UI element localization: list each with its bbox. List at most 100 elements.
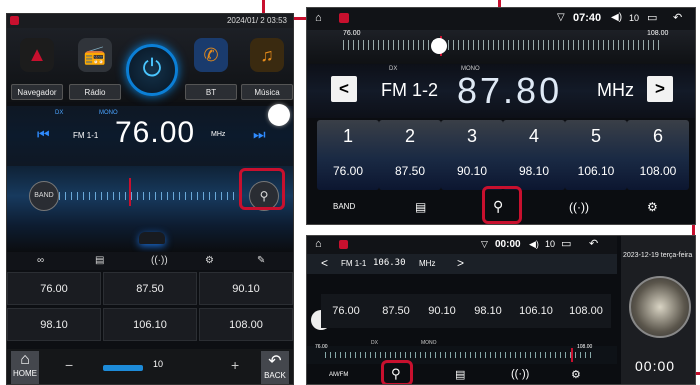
preset-number: 2 (404, 126, 415, 146)
save-icon[interactable]: ▤ (95, 255, 104, 266)
settings-icon[interactable]: ⚙ (647, 200, 658, 214)
tuning-dial[interactable]: DX MONO 76.00 108.00 (307, 340, 617, 364)
settings-icon[interactable]: ⚙ (571, 368, 581, 381)
preset-button[interactable]: 5 106.10 (565, 120, 627, 190)
preset-button[interactable]: 108.00 (199, 308, 293, 341)
touch-indicator (268, 104, 290, 126)
save-icon[interactable]: ▤ (455, 368, 465, 381)
loop-icon[interactable]: ∞ (37, 255, 44, 266)
prev-station-button[interactable]: ⏮ (37, 126, 50, 143)
back-button[interactable]: ↶ BACK (261, 351, 289, 384)
band-button[interactable]: AM/FM (329, 372, 348, 378)
record-icon (339, 240, 348, 249)
band-button[interactable]: BAND (333, 202, 355, 211)
bottom-bar: ⌂ HOME − 10 + ↶ BACK (7, 349, 293, 384)
preset-button[interactable]: 87.50 (371, 294, 421, 328)
preset-button[interactable]: 98.10 (7, 308, 101, 341)
prev-button[interactable]: < (331, 76, 357, 102)
preset-button[interactable]: 76.00 (7, 272, 101, 305)
back-icon[interactable]: ↶ (673, 11, 682, 24)
tool-row: ∞ ▤ ((·)) ⚙ ✎ (7, 252, 293, 270)
frequency-display: 87.80 (457, 70, 563, 111)
preset-row: 1 76.00 2 87.50 3 90.10 4 98.10 5 106.10 6 108… (317, 120, 689, 190)
scale-max: 108.00 (577, 344, 593, 350)
home-icon[interactable]: ⌂ (315, 238, 322, 250)
app-label: Música (241, 84, 293, 100)
preset-grid: 76.00 87.50 90.10 98.10 106.10 108.00 (7, 272, 293, 344)
touch-indicator (431, 38, 447, 54)
app-musica[interactable]: ♫ Música (241, 34, 293, 100)
music-icon: ♫ (250, 38, 284, 72)
recent-apps-icon[interactable]: ▭ (647, 11, 657, 24)
next-button[interactable]: > (647, 76, 673, 102)
recent-apps-icon[interactable]: ▭ (561, 237, 571, 250)
volume-up-button[interactable]: + (231, 357, 239, 373)
signal-icon[interactable]: ((·)) (569, 200, 589, 214)
datetime: 2024/01/ 2 03:53 (226, 16, 287, 25)
band-label: FM 1-1 (341, 259, 367, 268)
app-label: BT (185, 84, 237, 100)
preset-button[interactable]: 106.10 (511, 294, 561, 328)
frequency-scale[interactable]: 76.00 108.00 (307, 30, 695, 64)
preset-button[interactable]: 4 98.10 (503, 120, 565, 190)
preset-button[interactable]: 87.50 (103, 272, 197, 305)
clock: 07:40 (573, 12, 602, 24)
mono-indicator: MONO (421, 340, 437, 346)
back-label: BACK (264, 371, 286, 380)
app-radio[interactable]: 📻 Rádio (69, 34, 121, 100)
home-button[interactable]: ⌂ HOME (11, 351, 39, 384)
frequency-row: DX MONO ⏮ FM 1-1 76.00 MHz ⏭ (7, 106, 293, 166)
tool-row: AM/FM ⚲ ▤ ((·)) ⚙ (307, 364, 617, 384)
volume-icon: ◀) (529, 239, 539, 249)
next-button[interactable]: > (457, 256, 464, 270)
power-button[interactable]: ⏻ (126, 44, 178, 96)
highlight-box (482, 186, 522, 224)
car-icon (139, 232, 165, 244)
signal-icon[interactable]: ((·)) (151, 255, 168, 266)
preset-button[interactable]: 108.00 (561, 294, 611, 328)
preset-number: 4 (528, 126, 539, 146)
preset-button[interactable]: 98.10 (463, 294, 513, 328)
preset-button[interactable]: 2 87.50 (379, 120, 441, 190)
preset-button[interactable]: 90.10 (417, 294, 467, 328)
tuning-pointer (129, 178, 131, 206)
app-navegador[interactable]: ▲ Navegador (11, 34, 63, 100)
dx-indicator: DX (371, 340, 378, 346)
save-icon[interactable]: ▤ (415, 200, 426, 214)
scale-ticks (325, 352, 595, 358)
highlight-box (239, 168, 285, 210)
app-bar: ▲ Navegador 📻 Rádio ⏻ ✆ BT ♫ Música (7, 28, 293, 102)
scale-max: 108.00 (647, 30, 669, 37)
wifi-icon: ▽ (481, 239, 488, 249)
preset-button[interactable]: 90.10 (199, 272, 293, 305)
preset-button[interactable]: 1 76.00 (317, 120, 379, 190)
frequency-display: 106.30 (373, 258, 406, 268)
edit-icon[interactable]: ✎ (257, 255, 265, 266)
volume-down-button[interactable]: − (65, 357, 73, 373)
volume-level: 10 (629, 13, 640, 23)
preset-button[interactable]: 6 108.00 (627, 120, 689, 190)
volume-level: 10 (545, 239, 556, 249)
volume-bar[interactable] (103, 365, 143, 371)
side-date: 2023-12-19 terça-feira (623, 252, 693, 259)
preset-button[interactable]: 3 90.10 (441, 120, 503, 190)
side-clock-widget: 2023-12-19 terça-feira 00:00 (621, 236, 695, 384)
band-label: FM 1-1 (73, 131, 99, 140)
preset-number: 1 (342, 126, 353, 146)
tuning-pointer (571, 348, 573, 362)
volume-value: 10 (153, 359, 164, 369)
preset-button[interactable]: 106.10 (103, 308, 197, 341)
car-graphic (7, 226, 293, 252)
home-icon[interactable]: ⌂ (315, 12, 322, 24)
app-label: Navegador (11, 84, 63, 100)
app-bt[interactable]: ✆ BT (185, 34, 237, 100)
signal-icon[interactable]: ((·)) (511, 368, 529, 380)
band-button[interactable]: BAND (29, 181, 59, 211)
settings-icon[interactable]: ⚙ (205, 255, 214, 266)
next-station-button[interactable]: ⏭ (253, 126, 266, 143)
preset-button[interactable]: 76.00 (321, 294, 371, 328)
status-bar: ⌂ ▽ 00:00 ◀) 10 ▭ ↶ (307, 236, 617, 254)
prev-button[interactable]: < (321, 256, 328, 270)
back-icon[interactable]: ↶ (589, 237, 598, 250)
band-label: FM 1-2 (381, 80, 439, 100)
